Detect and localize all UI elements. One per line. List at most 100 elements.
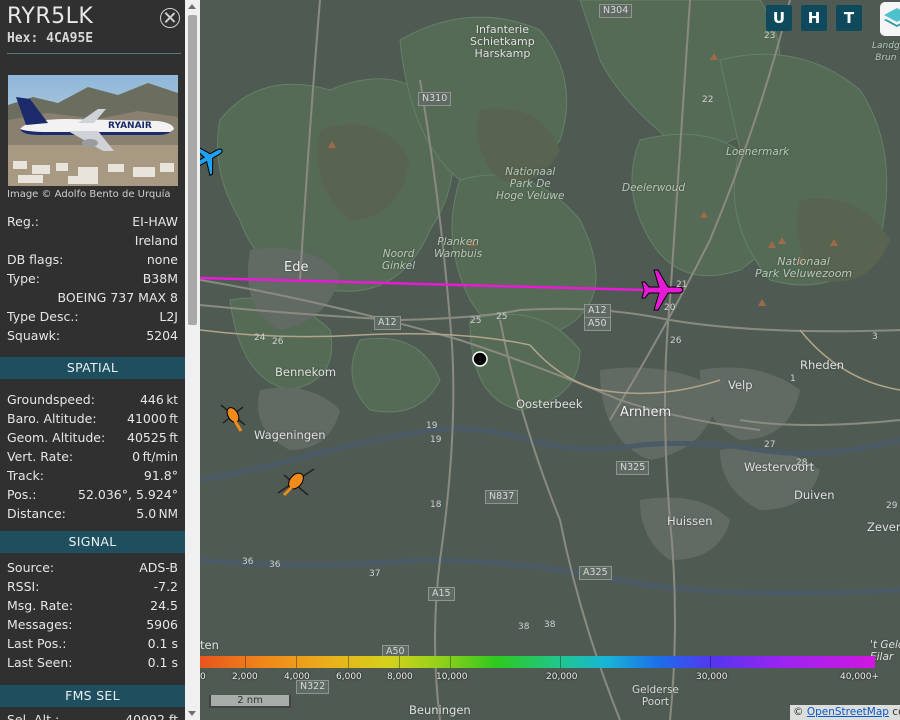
- section-spatial[interactable]: SPATIAL: [0, 357, 185, 379]
- info-row: RSSI: -7.2: [7, 579, 178, 598]
- info-value-number: 5906: [146, 617, 178, 632]
- place-label: Zevena: [867, 520, 900, 534]
- place-label: Duiven: [794, 488, 835, 502]
- info-value: -7.2: [154, 579, 178, 594]
- scroll-up-icon[interactable]: [188, 4, 196, 9]
- info-value-unit: ft/min: [142, 450, 178, 464]
- junction-number: 24: [254, 333, 266, 343]
- info-label: Geom. Altitude:: [7, 430, 106, 445]
- section-signal[interactable]: SIGNAL: [0, 531, 185, 553]
- info-row: BOEING 737 MAX 8: [7, 290, 178, 309]
- info-row: Pos.: 52.036°, 5.924°: [7, 487, 178, 506]
- info-value: 446 kt: [140, 392, 178, 407]
- info-value: 24.5: [150, 598, 178, 613]
- place-label: Deelerwoud: [622, 182, 686, 194]
- place-label: ten: [200, 638, 219, 652]
- layers-icon: [884, 8, 900, 27]
- toggle-t-button[interactable]: T: [836, 5, 862, 31]
- info-label: RSSI:: [7, 579, 40, 594]
- info-value: none: [147, 252, 178, 267]
- place-label: Loenermark: [726, 146, 790, 158]
- map-attribution: © OpenStreetMap co: [790, 705, 900, 720]
- place-label: Infanterie Schietkamp Harskamp: [470, 23, 535, 60]
- road-label: A15: [428, 587, 455, 601]
- altitude-legend-label: 40,000+: [840, 672, 880, 682]
- info-label: Track:: [7, 468, 44, 483]
- layer-switcher-button[interactable]: [880, 2, 900, 36]
- place-label: Oosterbeek: [516, 397, 583, 411]
- info-label: Squawk:: [7, 328, 61, 343]
- info-row: Ireland: [7, 233, 178, 252]
- helicopter-icon[interactable]: [220, 404, 246, 432]
- openstreetmap-link[interactable]: OpenStreetMap: [807, 706, 889, 718]
- place-label: Gelderse Poort: [632, 684, 679, 708]
- hex-value: 4CA95E: [46, 31, 94, 46]
- place-label: Nationaal Park De Hoge Veluwe: [496, 166, 565, 202]
- info-row: Last Pos.: 0.1 s: [7, 636, 178, 655]
- junction-number: 37: [369, 569, 381, 579]
- info-label: Msg. Rate:: [7, 598, 74, 613]
- info-row: Track: 91.8°: [7, 468, 178, 487]
- junction-number: 23: [764, 31, 776, 41]
- info-label: Baro. Altitude:: [7, 411, 97, 426]
- junction-number: 3: [872, 332, 878, 342]
- junction-number: 26: [670, 336, 682, 346]
- info-row: Squawk: 5204: [7, 328, 178, 347]
- junction-number: 25: [470, 316, 482, 326]
- aircraft-photo[interactable]: RYANAIR: [8, 75, 178, 186]
- info-value: 52.036°, 5.924°: [78, 487, 178, 502]
- road-label: N325: [616, 461, 650, 475]
- altitude-legend-label: 4,000: [284, 672, 310, 682]
- place-label: Landg Brun: [872, 41, 900, 63]
- scrollbar-thumb[interactable]: [188, 15, 197, 325]
- info-value: 0.1 s: [148, 655, 178, 670]
- info-row: Type: B38M: [7, 271, 178, 290]
- toggle-u-button[interactable]: U: [766, 5, 792, 31]
- aircraft-info-panel: RYR5LK Hex: 4CA95E RYANAIR Image © Adolf…: [0, 0, 200, 720]
- info-value-number: 91.8°: [143, 468, 178, 483]
- altitude-legend-label: 10,000: [436, 672, 468, 682]
- road-label: N837: [485, 490, 519, 504]
- altitude-legend-label: 6,000: [336, 672, 362, 682]
- info-value-number: 5204: [146, 328, 178, 343]
- info-value-unit: NM: [158, 507, 178, 521]
- junction-number: 38: [544, 620, 556, 630]
- scroll-down-icon[interactable]: [188, 711, 196, 716]
- junction-number: 22: [702, 95, 714, 105]
- info-value-number: -7.2: [153, 579, 178, 594]
- toggle-h-button[interactable]: H: [801, 5, 827, 31]
- altitude-legend-label: 0: [200, 672, 206, 682]
- junction-number: 28: [796, 458, 808, 468]
- info-label: Distance:: [7, 506, 66, 521]
- altitude-color-legend: [200, 656, 875, 668]
- map-scale-bar: 2 nm: [209, 695, 291, 708]
- place-label: Wageningen: [254, 428, 326, 442]
- aircraft-callsign: RYR5LK: [7, 4, 94, 29]
- map-view[interactable]: Infanterie Schietkamp Harskamp Nationaal Pa…: [200, 0, 900, 720]
- close-icon[interactable]: [160, 8, 180, 28]
- junction-number: 20: [664, 303, 676, 313]
- altitude-legend-label: 2,000: [232, 672, 258, 682]
- info-value: ADS-B: [139, 560, 178, 575]
- map-tiles: [200, 0, 900, 720]
- section-fms-sel[interactable]: FMS SEL: [0, 685, 185, 707]
- info-label: DB flags:: [7, 252, 64, 267]
- info-value-number: Ireland: [134, 233, 178, 248]
- attribution-suffix: co: [892, 706, 900, 718]
- sidebar-scrollbar[interactable]: [185, 0, 200, 720]
- junction-number: 18: [430, 500, 442, 510]
- info-row: Last Seen: 0.1 s: [7, 655, 178, 674]
- info-value-number: EI-HAW: [132, 214, 178, 229]
- info-value-number: L2J: [159, 309, 178, 324]
- place-label: Nationaal Park Veluwezoom: [755, 255, 853, 280]
- altitude-legend-label: 8,000: [387, 672, 413, 682]
- info-value: B38M: [143, 271, 178, 286]
- info-value-number: 52.036°, 5.924°: [78, 487, 178, 502]
- helicopter-icon[interactable]: [277, 468, 315, 497]
- junction-number: 21: [676, 280, 688, 290]
- junction-number: 26: [272, 337, 284, 347]
- info-value: Ireland: [135, 233, 178, 248]
- info-row: Groundspeed: 446 kt: [7, 392, 178, 411]
- info-value: 41000 ft: [127, 411, 178, 426]
- info-value: 91.8°: [144, 468, 178, 483]
